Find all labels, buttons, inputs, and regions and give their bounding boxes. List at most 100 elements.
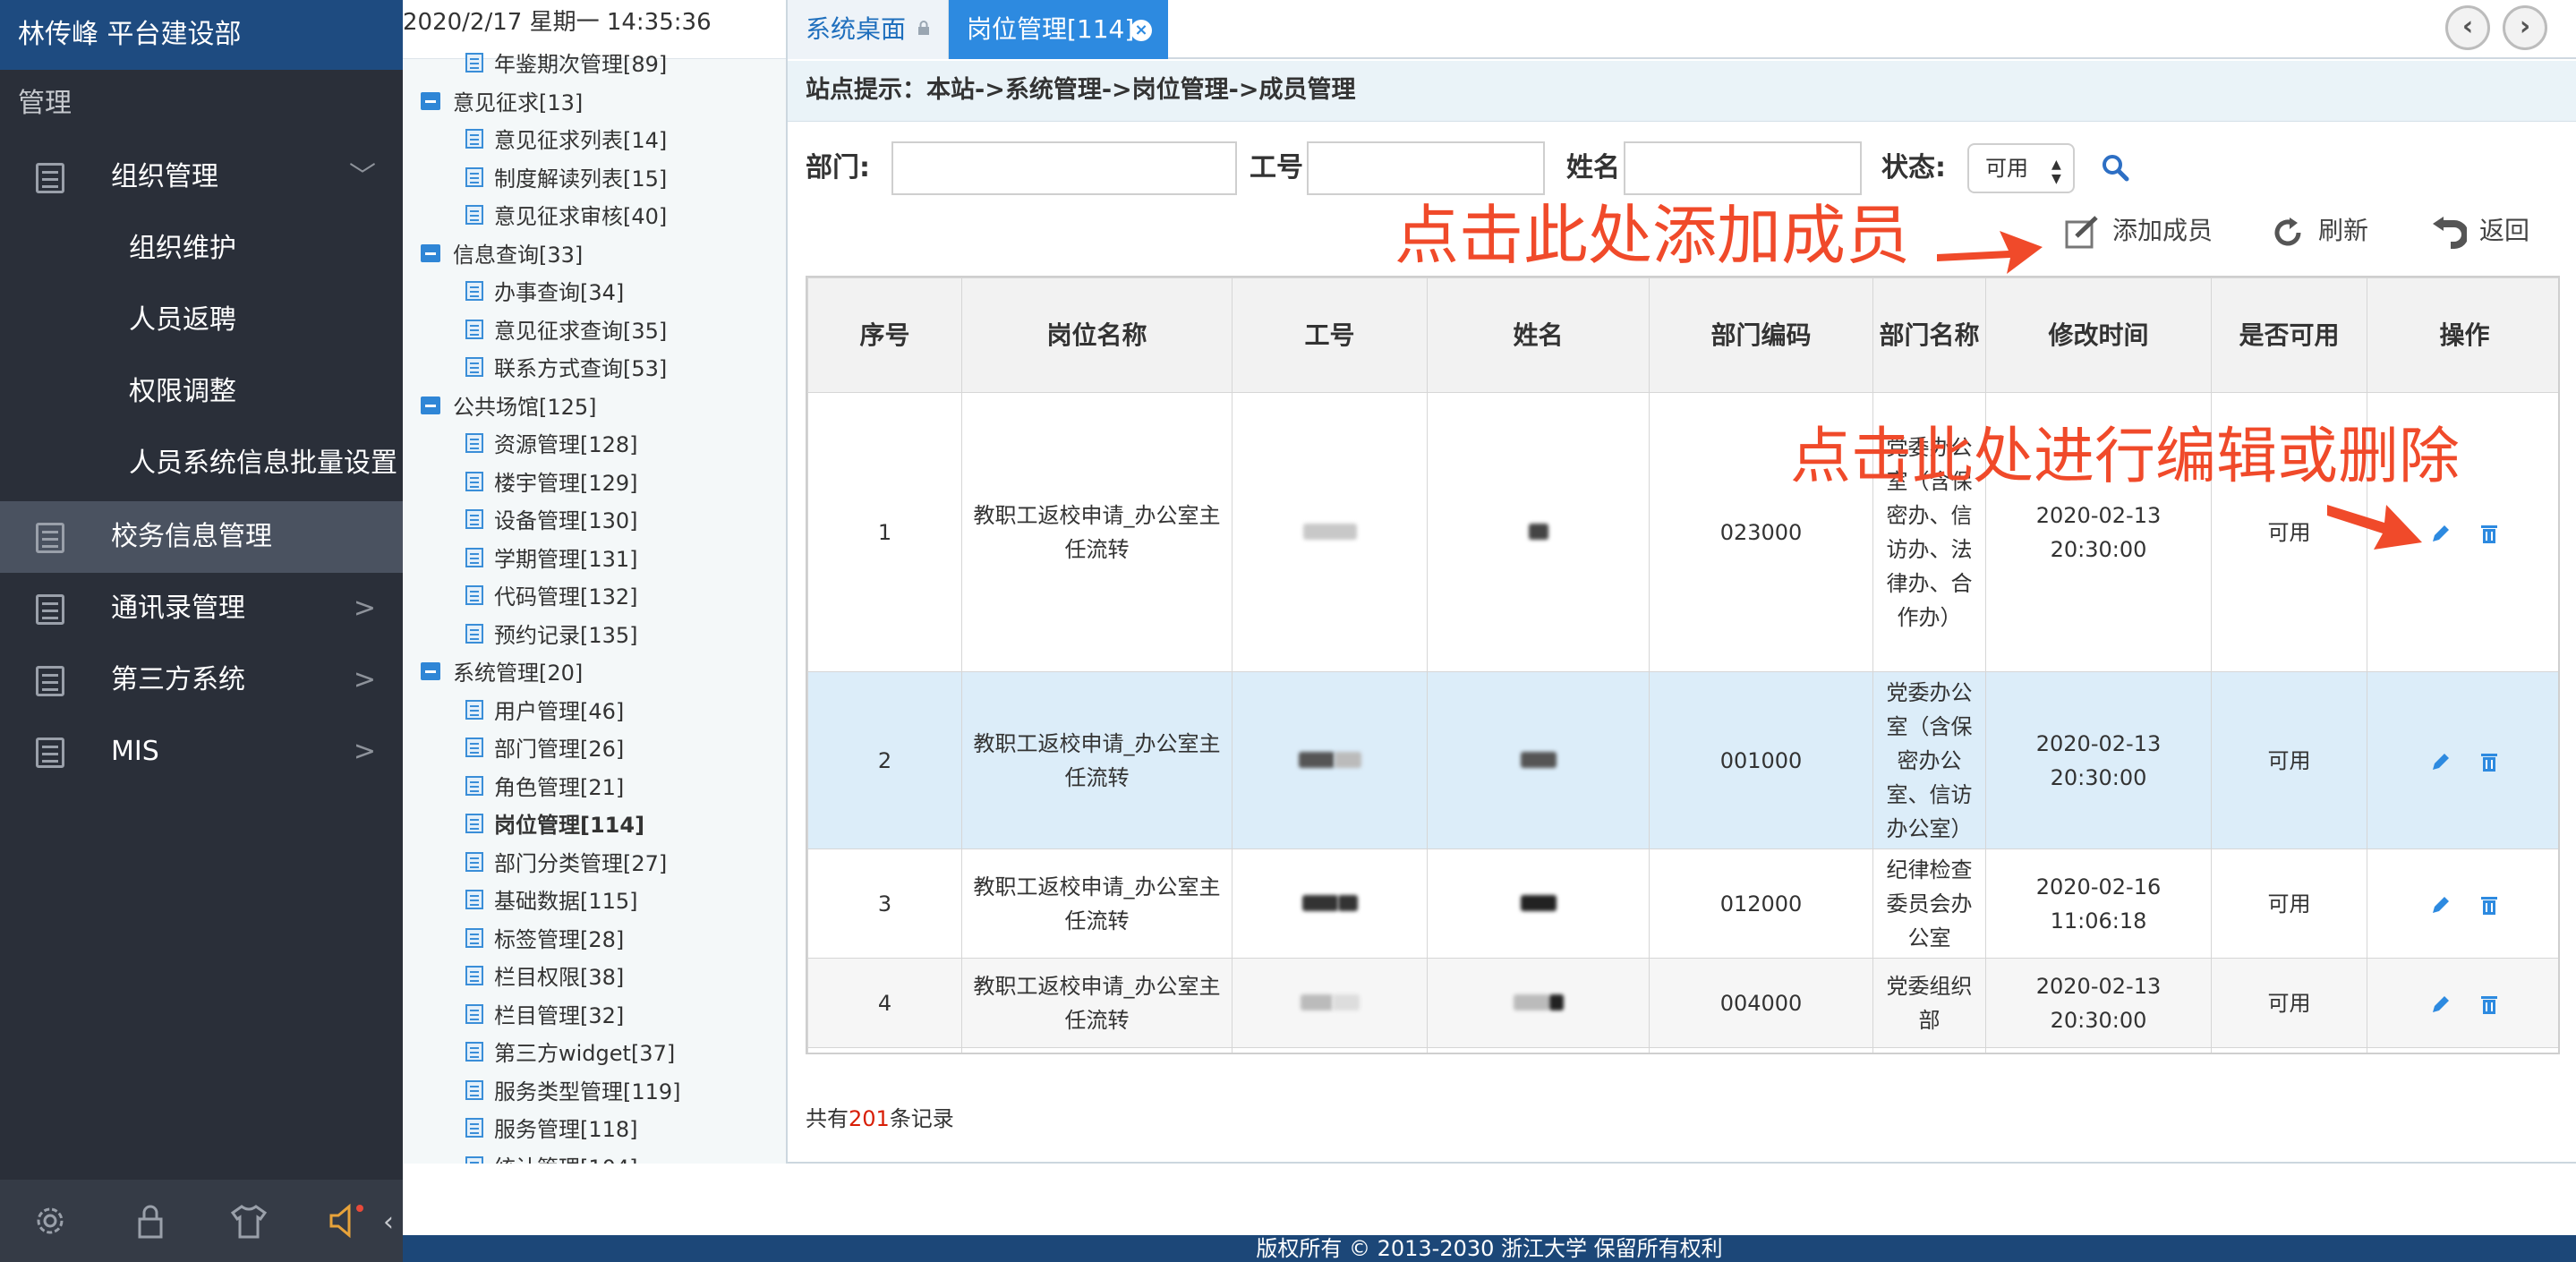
record-count-number: 201 <box>849 1106 890 1131</box>
tree-item[interactable]: 部门管理[26] <box>465 731 624 767</box>
cell-dept-name: 纪律检查委员会办公室 <box>1872 848 1986 959</box>
tree-group[interactable]: 信息查询[33] <box>421 237 583 273</box>
tree-item[interactable]: 意见征求列表[14] <box>465 123 667 158</box>
close-icon[interactable]: × <box>1130 20 1152 41</box>
nav-label: 组织管理 <box>111 161 218 192</box>
tab-next-icon[interactable]: › <box>2503 5 2547 50</box>
delete-trash-icon[interactable] <box>2478 522 2501 545</box>
annotation-add-hint: 点击此处添加成员 <box>1395 195 1910 276</box>
cell-enabled: 可用 <box>2211 958 2367 1048</box>
table-row[interactable]: 4 教职工返校申请_办公室主任流转 004000 党委组织部 2020-02-13 20… <box>807 958 2558 1048</box>
tree-item[interactable]: 统计管理[104] <box>465 1150 638 1164</box>
record-count: 共有201条记录 <box>806 1101 954 1137</box>
tree-item-label: 联系方式查询[53] <box>494 356 668 381</box>
submenu-rehire[interactable]: 人员返聘 <box>129 285 236 356</box>
collapse-minus-icon[interactable] <box>421 396 440 414</box>
collapse-minus-icon[interactable] <box>421 243 440 262</box>
tree-item[interactable]: 第三方widget[37] <box>465 1036 675 1071</box>
back-label: 返回 <box>2479 216 2530 245</box>
document-icon <box>465 890 483 909</box>
tree-group[interactable]: 公共场馆[125] <box>421 389 597 425</box>
delete-trash-icon[interactable] <box>2478 750 2501 773</box>
tree-item-label: 年鉴期次管理[89] <box>494 52 668 77</box>
record-suffix: 条记录 <box>889 1106 954 1131</box>
tree-item[interactable]: 角色管理[21] <box>465 770 624 806</box>
cell-dept-name: 党委办公室（含保密办公室、信访办公室） <box>1872 671 1986 849</box>
nav-item-third-party[interactable]: 第三方系统 > <box>0 644 403 716</box>
tree-item[interactable]: 设备管理[130] <box>465 503 638 539</box>
nav-label: MIS <box>111 736 159 767</box>
list-icon <box>36 523 64 553</box>
name-label: 姓名 <box>1566 152 1620 183</box>
tree-item[interactable]: 标签管理[28] <box>465 922 624 958</box>
tree-item[interactable]: 办事查询[34] <box>465 275 624 311</box>
tree-item[interactable]: 预约记录[135] <box>465 618 638 653</box>
dept-input[interactable] <box>891 141 1237 195</box>
nav-label: 通讯录管理 <box>111 593 245 624</box>
collapse-icon[interactable]: ‹ <box>383 1207 394 1238</box>
tree-item[interactable]: 学期管理[131] <box>465 541 638 577</box>
empno-input[interactable] <box>1307 141 1545 195</box>
delete-trash-icon[interactable] <box>2478 893 2501 917</box>
tree-item[interactable]: 资源管理[128] <box>465 427 638 463</box>
tree-item[interactable]: 栏目管理[32] <box>465 998 624 1034</box>
tab-post-management[interactable]: 岗位管理[114] × <box>949 0 1168 59</box>
tree-item[interactable]: 用户管理[46] <box>465 694 624 729</box>
cell-post: 教职工返校申请_办公室主任流转 <box>961 848 1233 959</box>
tree-item[interactable]: 意见征求审核[40] <box>465 199 667 234</box>
nav-item-mis[interactable]: MIS > <box>0 716 403 788</box>
search-icon[interactable] <box>2100 152 2130 183</box>
tree-group[interactable]: 系统管理[20] <box>421 655 583 691</box>
edit-pencil-icon[interactable] <box>2429 893 2452 917</box>
tree-item[interactable]: 年鉴期次管理[89] <box>465 47 667 82</box>
nav-item-org[interactable]: 组织管理 ﹀ <box>0 141 403 213</box>
submenu-permission[interactable]: 权限调整 <box>129 356 236 428</box>
tree-item-label: 系统管理[20] <box>453 661 584 686</box>
empty-cell <box>961 1047 1233 1053</box>
list-icon <box>36 163 64 193</box>
tree-item[interactable]: 基础数据[115] <box>465 883 638 919</box>
tab-desktop[interactable]: 系统桌面 <box>788 0 949 59</box>
tree-item[interactable]: 部门分类管理[27] <box>465 846 667 882</box>
nav-item-school-info[interactable]: 校务信息管理 <box>0 501 403 573</box>
status-select[interactable]: 可用 ▲▼ <box>1967 143 2075 193</box>
footer: 版权所有 © 2013-2030 浙江大学 保留所有权利 <box>403 1235 2576 1262</box>
nav-item-contacts[interactable]: 通讯录管理 > <box>0 573 403 644</box>
status-value: 可用 <box>1985 156 2028 181</box>
lock-icon[interactable] <box>131 1201 170 1241</box>
name-input[interactable] <box>1624 141 1862 195</box>
tree-item[interactable]: 岗位管理[114] <box>465 807 644 843</box>
tree-item[interactable]: 代码管理[132] <box>465 579 638 615</box>
delete-trash-icon[interactable] <box>2478 993 2501 1016</box>
speaker-icon[interactable] <box>326 1201 365 1241</box>
table-row[interactable]: 2 教职工返校申请_办公室主任流转 001000 党委办公室（含保密办公室、信访办公室… <box>807 671 2558 849</box>
edit-pencil-icon[interactable] <box>2429 993 2452 1016</box>
empty-cell <box>1649 1047 1873 1053</box>
tree-item[interactable]: 服务管理[118] <box>465 1112 638 1147</box>
tree-panel: 2020/2/17 星期一 14:35:36 年鉴期次管理[89] 意见征求[13… <box>403 0 788 1164</box>
shirt-icon[interactable] <box>229 1201 269 1241</box>
tree-item[interactable]: 联系方式查询[53] <box>465 351 667 387</box>
document-icon <box>465 547 483 567</box>
chevron-right-icon: > <box>353 736 376 767</box>
collapse-minus-icon[interactable] <box>421 662 440 680</box>
tree-group[interactable]: 意见征求[13] <box>421 85 583 121</box>
tab-bar: 系统桌面 岗位管理[114] × ‹ › <box>788 0 2576 59</box>
list-icon <box>36 594 64 625</box>
collapse-minus-icon[interactable] <box>421 91 440 110</box>
empty-cell <box>1985 1047 2212 1053</box>
tab-label: 系统桌面 <box>806 14 907 44</box>
tab-prev-icon[interactable]: ‹ <box>2445 5 2490 50</box>
gear-icon[interactable] <box>30 1201 70 1241</box>
tree-item[interactable]: 楼宇管理[129] <box>465 465 638 501</box>
submenu-org-maintain[interactable]: 组织维护 <box>129 213 236 285</box>
edit-pencil-icon[interactable] <box>2429 522 2452 545</box>
table-row[interactable]: 3 教职工返校申请_办公室主任流转 012000 纪律检查委员会办公室 2020-02-… <box>807 848 2558 959</box>
tree-item[interactable]: 制度解读列表[15] <box>465 161 667 197</box>
edit-pencil-icon[interactable] <box>2429 750 2452 773</box>
tree-item-label: 意见征求[13] <box>453 90 584 115</box>
tree-item[interactable]: 栏目权限[38] <box>465 959 624 995</box>
submenu-batch-settings[interactable]: 人员系统信息批量设置 <box>129 428 397 499</box>
tree-item[interactable]: 服务类型管理[119] <box>465 1074 681 1110</box>
tree-item[interactable]: 意见征求查询[35] <box>465 313 667 349</box>
